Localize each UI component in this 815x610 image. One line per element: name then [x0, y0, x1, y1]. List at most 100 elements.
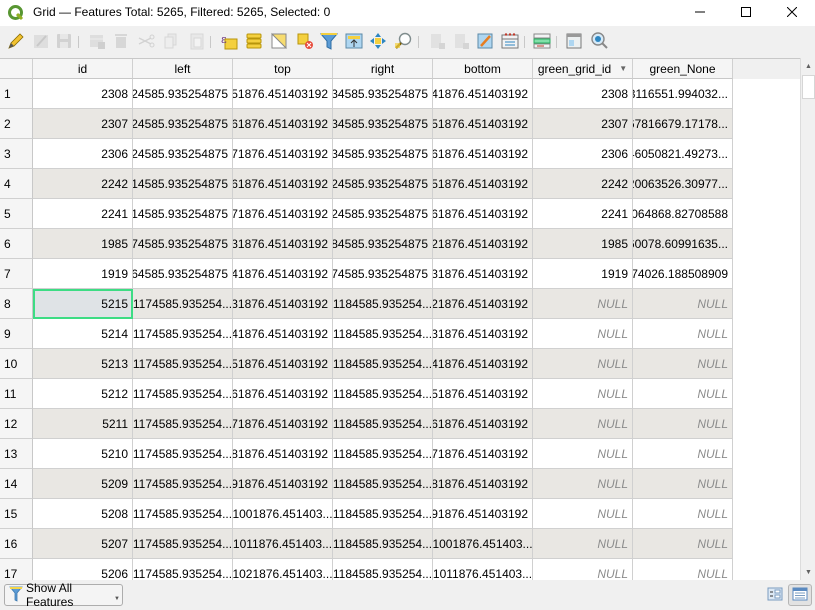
cell-right[interactable]: 734585.935254875 — [333, 79, 433, 109]
form-view-button[interactable] — [763, 584, 787, 606]
table-row[interactable]: 17 5206 1174585.935254... 1021876.451403...… — [0, 559, 733, 580]
cell-bottom[interactable]: 941876.451403192 — [433, 349, 533, 379]
cell-bottom[interactable]: 751876.451403192 — [433, 109, 533, 139]
cell-left[interactable]: 674585.935254875 — [133, 229, 233, 259]
pencil-edit-button[interactable] — [4, 31, 26, 53]
row-header[interactable]: 3 — [0, 139, 33, 169]
cell-id[interactable]: 5213 — [33, 349, 133, 379]
maximize-button[interactable] — [723, 0, 769, 26]
cell-right[interactable]: 1184585.935254... — [333, 289, 433, 319]
multi-edit-button[interactable] — [30, 31, 52, 53]
cell-green-none[interactable]: NULL — [633, 409, 733, 439]
cell-top[interactable]: 1021876.451403... — [233, 559, 333, 580]
cell-right[interactable]: 1184585.935254... — [333, 499, 433, 529]
cell-top[interactable]: 751876.451403192 — [233, 79, 333, 109]
delete-button[interactable] — [110, 31, 132, 53]
table-row[interactable]: 4 2242 714585.935254875 761876.451403192 724… — [0, 169, 733, 199]
column-header-id[interactable]: id — [33, 59, 133, 79]
row-header[interactable]: 14 — [0, 469, 33, 499]
conditional-formatting-button[interactable] — [499, 31, 521, 53]
copy-button[interactable] — [160, 31, 182, 53]
table-row[interactable]: 16 5207 1174585.935254... 1011876.451403...… — [0, 529, 733, 559]
cell-green-grid-id[interactable]: NULL — [533, 469, 633, 499]
cell-green-none[interactable]: 67816679.17178... — [633, 109, 733, 139]
row-header[interactable]: 16 — [0, 529, 33, 559]
cell-bottom[interactable]: 981876.451403192 — [433, 469, 533, 499]
cell-green-grid-id[interactable]: NULL — [533, 499, 633, 529]
cell-right[interactable]: 724585.935254875 — [333, 169, 433, 199]
cell-top[interactable]: 741876.451403192 — [233, 259, 333, 289]
table-row[interactable]: 3 2306 724585.935254875 771876.451403192 734… — [0, 139, 733, 169]
cell-green-grid-id[interactable]: NULL — [533, 379, 633, 409]
cell-right[interactable]: 1184585.935254... — [333, 409, 433, 439]
select-all-button[interactable] — [243, 31, 265, 53]
cell-top[interactable]: 991876.451403192 — [233, 469, 333, 499]
cell-id[interactable]: 2242 — [33, 169, 133, 199]
row-header[interactable]: 11 — [0, 379, 33, 409]
cell-left[interactable]: 664585.935254875 — [133, 259, 233, 289]
cell-left[interactable]: 1174585.935254... — [133, 349, 233, 379]
row-header[interactable]: 13 — [0, 439, 33, 469]
cell-right[interactable]: 1184585.935254... — [333, 319, 433, 349]
table-row[interactable]: 11 5212 1174585.935254... 961876.451403192 1… — [0, 379, 733, 409]
cell-id[interactable]: 5206 — [33, 559, 133, 580]
cell-left[interactable]: 1174585.935254... — [133, 439, 233, 469]
cell-top[interactable]: 971876.451403192 — [233, 409, 333, 439]
cell-right[interactable]: 674585.935254875 — [333, 259, 433, 289]
cell-green-none[interactable]: NULL — [633, 319, 733, 349]
select-by-expression-button[interactable]: ε — [218, 31, 240, 53]
cell-green-none[interactable]: 46050821.49273... — [633, 139, 733, 169]
table-row[interactable]: 15 5208 1174585.935254... 1001876.451403...… — [0, 499, 733, 529]
cell-id[interactable]: 5212 — [33, 379, 133, 409]
column-header-bottom[interactable]: bottom — [433, 59, 533, 79]
cell-right[interactable]: 734585.935254875 — [333, 139, 433, 169]
table-row[interactable]: 9 5214 1174585.935254... 941876.451403192 11… — [0, 319, 733, 349]
move-selection-top-button[interactable] — [343, 31, 365, 53]
cell-left[interactable]: 724585.935254875 — [133, 79, 233, 109]
cell-green-grid-id[interactable]: 2308 — [533, 79, 633, 109]
cell-id[interactable]: 2308 — [33, 79, 133, 109]
cell-green-none[interactable]: 3116551.994032... — [633, 79, 733, 109]
cell-id[interactable]: 2307 — [33, 109, 133, 139]
cell-right[interactable]: 1184585.935254... — [333, 379, 433, 409]
cell-bottom[interactable]: 921876.451403192 — [433, 289, 533, 319]
cell-green-grid-id[interactable]: 2242 — [533, 169, 633, 199]
cell-bottom[interactable]: 761876.451403192 — [433, 199, 533, 229]
cell-green-grid-id[interactable]: NULL — [533, 409, 633, 439]
cell-top[interactable]: 731876.451403192 — [233, 229, 333, 259]
save-button[interactable] — [53, 31, 75, 53]
cell-right[interactable]: 724585.935254875 — [333, 199, 433, 229]
cell-id[interactable]: 2306 — [33, 139, 133, 169]
cell-green-none[interactable]: NULL — [633, 469, 733, 499]
cell-green-grid-id[interactable]: 1985 — [533, 229, 633, 259]
cell-top[interactable]: 771876.451403192 — [233, 199, 333, 229]
table-row[interactable]: 1 2308 724585.935254875 751876.451403192 734… — [0, 79, 733, 109]
cell-id[interactable]: 2241 — [33, 199, 133, 229]
cell-top[interactable]: 981876.451403192 — [233, 439, 333, 469]
scroll-down-icon[interactable]: ▼ — [801, 564, 815, 580]
table-row[interactable]: 5 2241 714585.935254875 771876.451403192 724… — [0, 199, 733, 229]
column-header-green-grid-id[interactable]: green_grid_id ▼ — [533, 59, 633, 79]
table-row[interactable]: 14 5209 1174585.935254... 991876.451403192 1… — [0, 469, 733, 499]
cell-left[interactable]: 714585.935254875 — [133, 169, 233, 199]
row-header[interactable]: 7 — [0, 259, 33, 289]
cell-green-grid-id[interactable]: 2306 — [533, 139, 633, 169]
cell-right[interactable]: 734585.935254875 — [333, 109, 433, 139]
close-button[interactable] — [769, 0, 815, 26]
cell-right[interactable]: 1184585.935254... — [333, 439, 433, 469]
row-header[interactable]: 17 — [0, 559, 33, 580]
cell-green-none[interactable]: 60078.60991635... — [633, 229, 733, 259]
cell-bottom[interactable]: 751876.451403192 — [433, 169, 533, 199]
cell-top[interactable]: 931876.451403192 — [233, 289, 333, 319]
cell-green-grid-id[interactable]: 1919 — [533, 259, 633, 289]
cell-id[interactable]: 5210 — [33, 439, 133, 469]
scroll-up-icon[interactable]: ▲ — [801, 58, 815, 74]
cell-left[interactable]: 714585.935254875 — [133, 199, 233, 229]
cell-bottom[interactable]: 741876.451403192 — [433, 79, 533, 109]
cell-bottom[interactable]: 731876.451403192 — [433, 259, 533, 289]
cell-green-none[interactable]: 20063526.30977... — [633, 169, 733, 199]
cell-id[interactable]: 5214 — [33, 319, 133, 349]
cell-green-none[interactable]: NULL — [633, 379, 733, 409]
cell-bottom[interactable]: 1011876.451403... — [433, 559, 533, 580]
cell-left[interactable]: 1174585.935254... — [133, 529, 233, 559]
